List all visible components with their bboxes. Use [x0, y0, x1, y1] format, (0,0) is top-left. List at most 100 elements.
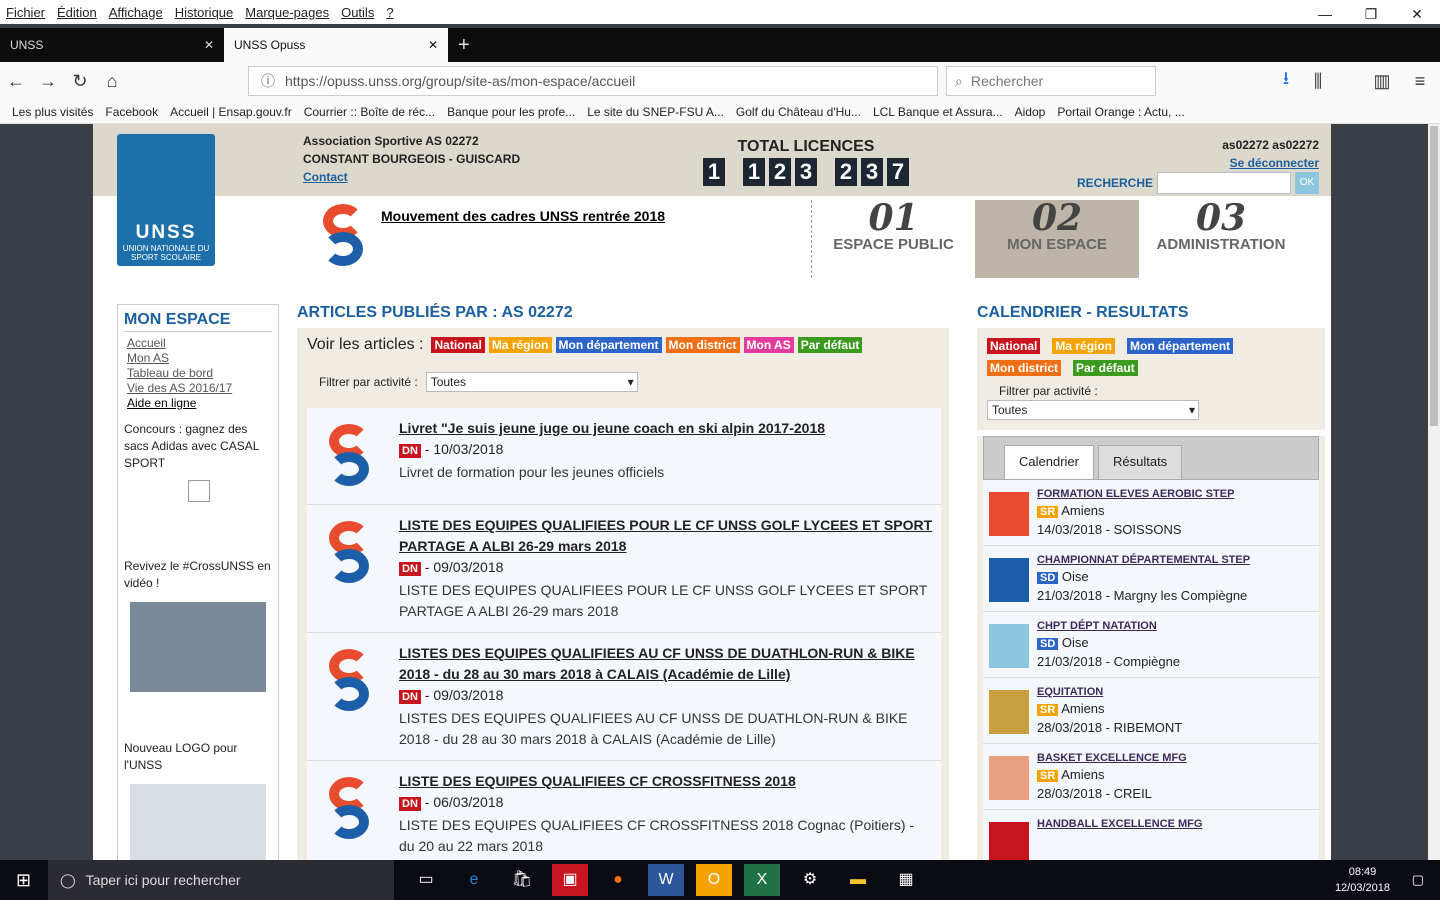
unss-logo[interactable]: UNSS UNION NATIONALE DU SPORT SCOLAIRE — [117, 134, 215, 266]
sidebar-item-accueil[interactable]: Accueil — [124, 336, 272, 351]
event-title[interactable]: BASKET EXCELLENCE MFG — [1037, 750, 1187, 766]
calendar-filter-tag[interactable]: Ma région — [1052, 338, 1116, 354]
sidebar-item-tableau-de-bord[interactable]: Tableau de bord — [124, 366, 272, 381]
page-scrollbar[interactable] — [1428, 124, 1440, 860]
event-title[interactable]: FORMATION ELEVES AEROBIC STEP — [1037, 486, 1234, 502]
articles-heading: ARTICLES PUBLIÉS PAR : AS 02272 — [297, 304, 573, 321]
maximize-button[interactable]: ❐ — [1348, 0, 1394, 28]
logo-promo-image[interactable] — [130, 784, 266, 860]
menu-item-4[interactable]: Marque-pages — [245, 5, 329, 20]
calendar-activity-select[interactable]: Toutes — [987, 400, 1199, 420]
explorer-icon[interactable]: ▬ — [840, 864, 876, 896]
url-bar[interactable]: ⓘ https://opuss.unss.org/group/site-as/m… — [248, 66, 938, 96]
article-title[interactable]: LISTE DES EQUIPES QUALIFIEES CF CROSSFIT… — [399, 771, 933, 792]
event-title[interactable]: EQUITATION — [1037, 684, 1182, 700]
taskbar-search-input[interactable]: ◯ Taper ici pour rechercher — [48, 860, 394, 900]
contact-link[interactable]: Contact — [303, 170, 348, 184]
unss-s-logo-icon[interactable] — [315, 515, 385, 622]
firefox-icon[interactable]: ● — [600, 864, 636, 896]
calendar-filter-tag[interactable]: National — [987, 338, 1041, 354]
space-public[interactable]: 01 ESPACE PUBLIC — [811, 200, 975, 278]
filter-tag[interactable]: Mon département — [555, 337, 662, 353]
app-red-icon[interactable]: ▣ — [552, 864, 588, 896]
unss-s-logo-icon[interactable] — [315, 771, 385, 857]
site-container: Association Sportive AS 02272 CONSTANT B… — [93, 124, 1331, 860]
tab-unss-opuss[interactable]: UNSS Opuss ✕ — [224, 28, 448, 62]
sidebar-item-vie-des-as[interactable]: Vie des AS 2016/17 — [124, 381, 272, 396]
close-tab-icon[interactable]: ✕ — [428, 38, 438, 52]
excel-icon[interactable]: X — [744, 864, 780, 896]
calendar-filter-tag[interactable]: Mon district — [987, 360, 1061, 376]
site-search-input[interactable] — [1157, 172, 1291, 194]
tab-resultats[interactable]: Résultats — [1097, 445, 1183, 479]
menu-item-5[interactable]: Outils — [341, 5, 374, 20]
windows-start-icon[interactable]: ⊞ — [16, 870, 31, 891]
edge-icon[interactable]: e — [456, 864, 492, 896]
logout-link[interactable]: Se déconnecter — [1230, 156, 1319, 170]
menu-item-1[interactable]: Édition — [57, 5, 97, 20]
bookmark-item[interactable]: Banque pour les profe... — [447, 105, 575, 119]
filter-tag[interactable]: Mon AS — [743, 337, 794, 353]
bookmark-item[interactable]: Les plus visités — [12, 105, 93, 119]
sidebar-icon[interactable]: ▥ — [1366, 71, 1398, 92]
bookmark-item[interactable]: LCL Banque et Assura... — [873, 105, 1003, 119]
tab-unss[interactable]: UNSS ✕ — [0, 28, 224, 62]
event-title[interactable]: CHPT DÉPT NATATION — [1037, 618, 1180, 634]
library-icon[interactable]: ⫼ — [1302, 71, 1334, 92]
bookmark-item[interactable]: Portail Orange : Actu, ... — [1057, 105, 1184, 119]
filter-tag[interactable]: Par défaut — [797, 337, 863, 353]
event-title[interactable]: HANDBALL EXCELLENCE MFG — [1037, 816, 1202, 832]
news-link[interactable]: Mouvement des cadres UNSS rentrée 2018 — [381, 208, 665, 224]
article-title[interactable]: LISTES DES EQUIPES QUALIFIEES AU CF UNSS… — [399, 643, 933, 685]
settings-icon[interactable]: ⚙ — [792, 864, 828, 896]
media-icon[interactable]: ▦ — [888, 864, 924, 896]
bookmark-item[interactable]: Le site du SNEP-FSU A... — [587, 105, 724, 119]
sidebar-item-mon-as[interactable]: Mon AS — [124, 351, 272, 366]
close-tab-icon[interactable]: ✕ — [204, 38, 214, 52]
menu-icon[interactable]: ≡ — [1404, 71, 1436, 92]
filter-tag[interactable]: Mon district — [665, 337, 740, 353]
event-title[interactable]: CHAMPIONNAT DÉPARTEMENTAL STEP — [1037, 552, 1250, 568]
word-icon[interactable]: W — [648, 864, 684, 896]
bookmark-item[interactable]: Golf du Château d'Hu... — [736, 105, 861, 119]
new-tab-button[interactable]: + — [448, 28, 470, 62]
filter-tag[interactable]: National — [431, 337, 485, 353]
menu-item-3[interactable]: Historique — [175, 5, 234, 20]
close-window-button[interactable]: ✕ — [1394, 0, 1440, 28]
back-button[interactable]: ← — [0, 71, 32, 92]
bookmark-item[interactable]: Aidop — [1015, 105, 1046, 119]
menu-item-0[interactable]: Fichier — [6, 5, 45, 20]
broken-image-icon[interactable] — [188, 480, 210, 502]
space-mon-espace[interactable]: 02 MON ESPACE — [975, 200, 1139, 278]
calendar-filter-tag[interactable]: Mon département — [1127, 338, 1234, 354]
info-icon[interactable]: ⓘ — [261, 71, 275, 91]
task-view-icon[interactable]: ▭ — [408, 864, 444, 896]
article-title[interactable]: Livret "Je suis jeune juge ou jeune coac… — [399, 418, 825, 439]
forward-button[interactable]: → — [32, 71, 64, 92]
menu-item-6[interactable]: ? — [386, 5, 393, 20]
cross-video-thumbnail[interactable] — [130, 602, 266, 692]
menu-item-2[interactable]: Affichage — [109, 5, 163, 20]
search-input[interactable]: ⌕ Rechercher — [946, 66, 1156, 96]
filter-tag[interactable]: Ma région — [488, 337, 552, 353]
bookmark-item[interactable]: Facebook — [105, 105, 158, 119]
notification-icon[interactable]: ▢ — [1412, 872, 1424, 888]
download-icon[interactable]: ⭳ — [1270, 66, 1302, 96]
unss-s-logo-icon[interactable] — [315, 643, 385, 750]
article-title[interactable]: LISTE DES EQUIPES QUALIFIEES POUR LE CF … — [399, 515, 933, 557]
minimize-button[interactable]: — — [1302, 0, 1348, 28]
search-ok-button[interactable]: OK — [1295, 172, 1319, 194]
tab-calendrier[interactable]: Calendrier — [1004, 445, 1094, 479]
sidebar-item-aide[interactable]: Aide en ligne — [124, 396, 272, 411]
clock[interactable]: 08:49 12/03/2018 — [1335, 864, 1390, 896]
space-administration[interactable]: 03 ADMINISTRATION — [1139, 200, 1303, 278]
bookmark-item[interactable]: Courrier :: Boîte de réc... — [304, 105, 435, 119]
home-button[interactable]: ⌂ — [96, 71, 128, 92]
calendar-filter-tag[interactable]: Par défaut — [1073, 360, 1138, 376]
store-icon[interactable]: 🛍 — [504, 864, 540, 896]
bookmark-item[interactable]: Accueil | Ensap.gouv.fr — [170, 105, 292, 119]
activity-select[interactable]: Toutes — [425, 372, 638, 392]
ski-image-icon[interactable] — [315, 418, 385, 494]
reload-button[interactable]: ↻ — [64, 71, 96, 92]
outlook-icon[interactable]: O — [696, 864, 732, 896]
